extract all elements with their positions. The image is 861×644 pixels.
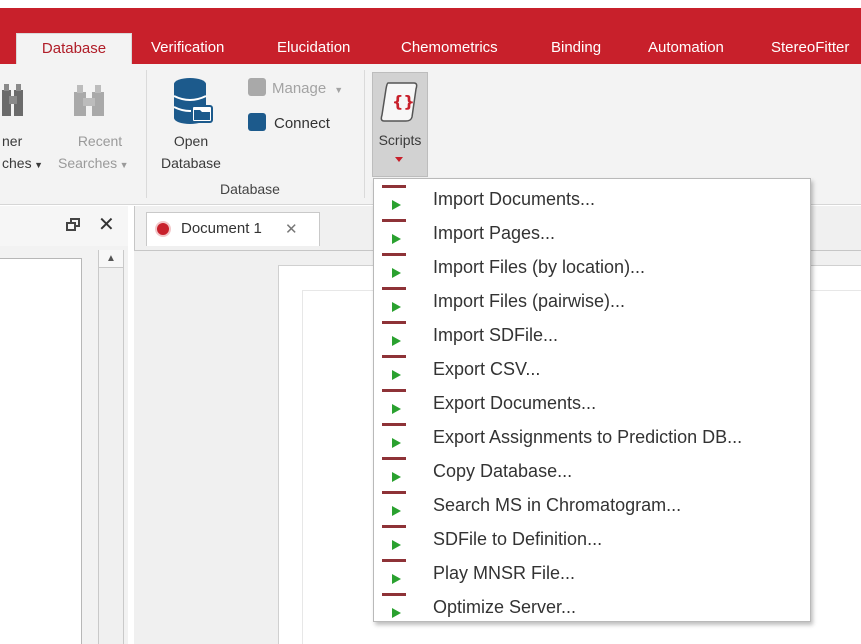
scripts-label: Scripts bbox=[378, 132, 422, 148]
document-tab-label: Document 1 bbox=[181, 220, 262, 237]
manage-label: Manage bbox=[272, 80, 327, 97]
database-group-label: Database bbox=[220, 181, 280, 197]
tab-binding[interactable]: Binding bbox=[551, 33, 601, 64]
menu-item-label: Play MNSR File... bbox=[433, 563, 576, 583]
menu-item-label: Optimize Server... bbox=[433, 597, 577, 617]
close-panel-icon[interactable]: ✕ bbox=[98, 213, 115, 235]
tab-stereofitter[interactable]: StereoFitter bbox=[771, 33, 849, 64]
menu-item-search-ms[interactable]: Search MS in Chromatogram... bbox=[374, 488, 810, 522]
script-play-icon bbox=[382, 491, 406, 519]
open-database-label-2: Database bbox=[161, 155, 221, 171]
menu-item-play-mnsr-file[interactable]: Play MNSR File... bbox=[374, 556, 810, 590]
menu-item-label: Copy Database... bbox=[433, 461, 573, 481]
document-icon bbox=[155, 221, 171, 237]
chevron-down-icon bbox=[395, 157, 403, 162]
panel-scrollbar[interactable]: ▲ bbox=[98, 250, 124, 644]
manage-button[interactable]: Manage ▼ bbox=[248, 78, 343, 97]
menu-item-label: Import Files (by location)... bbox=[433, 257, 646, 277]
script-play-icon bbox=[382, 389, 406, 417]
open-database-label-1: Open bbox=[173, 133, 209, 149]
panel-content bbox=[0, 258, 82, 644]
app-window: Database Verification Elucidation Chemom… bbox=[0, 0, 861, 644]
script-play-icon bbox=[382, 457, 406, 485]
menu-item-import-pages[interactable]: Import Pages... bbox=[374, 216, 810, 250]
menu-item-export-csv[interactable]: Export CSV... bbox=[374, 352, 810, 386]
chevron-down-icon: ▼ bbox=[334, 85, 344, 95]
other-searches-text: ches bbox=[2, 155, 32, 171]
menu-item-copy-database[interactable]: Copy Database... bbox=[374, 454, 810, 488]
script-play-icon bbox=[382, 525, 406, 553]
svg-text:{}: {} bbox=[392, 92, 415, 111]
menu-item-label: Export Assignments to Prediction DB... bbox=[433, 427, 743, 447]
database-gear-icon bbox=[248, 78, 266, 96]
menu-item-label: Import Documents... bbox=[433, 189, 596, 209]
menu-item-label: Search MS in Chromatogram... bbox=[433, 495, 682, 515]
script-play-icon bbox=[382, 185, 406, 213]
menu-item-optimize-server[interactable]: Optimize Server... bbox=[374, 590, 810, 624]
tab-automation[interactable]: Automation bbox=[648, 33, 724, 64]
script-play-icon bbox=[382, 593, 406, 621]
script-play-icon bbox=[382, 321, 406, 349]
script-play-icon bbox=[382, 423, 406, 451]
script-play-icon bbox=[382, 287, 406, 315]
chevron-down-icon: ▼ bbox=[117, 160, 129, 170]
menu-item-label: Import SDFile... bbox=[433, 325, 559, 345]
chevron-down-icon: ▼ bbox=[31, 160, 43, 170]
menu-item-import-files-by-location[interactable]: Import Files (by location)... bbox=[374, 250, 810, 284]
menu-item-sdfile-to-definition[interactable]: SDFile to Definition... bbox=[374, 522, 810, 556]
scripts-menu: Import Documents... Import Pages... Impo… bbox=[373, 178, 811, 622]
other-searches-label-2: ches ▼ bbox=[2, 152, 43, 176]
tab-database[interactable]: Database bbox=[16, 33, 132, 64]
close-icon[interactable]: ✕ bbox=[285, 213, 298, 245]
recent-searches-label-1: Recent bbox=[77, 133, 123, 149]
menu-item-label: SDFile to Definition... bbox=[433, 529, 603, 549]
menu-item-import-documents[interactable]: Import Documents... bbox=[374, 182, 810, 216]
script-play-icon bbox=[382, 253, 406, 281]
menu-item-import-sdfile[interactable]: Import SDFile... bbox=[374, 318, 810, 352]
ribbon-separator bbox=[146, 70, 147, 198]
recent-searches-label-2: Searches ▼ bbox=[58, 152, 129, 176]
database-connect-icon bbox=[248, 113, 266, 131]
database-open-icon bbox=[173, 78, 213, 124]
connect-label: Connect bbox=[274, 115, 330, 132]
scripts-button[interactable]: {} Scripts bbox=[372, 72, 428, 177]
float-window-icon[interactable] bbox=[66, 218, 80, 232]
script-play-icon bbox=[382, 559, 406, 587]
menu-item-label: Export CSV... bbox=[433, 359, 541, 379]
menu-item-label: Import Pages... bbox=[433, 223, 556, 243]
ribbon-tab-bar: Database Verification Elucidation Chemom… bbox=[0, 8, 861, 64]
recent-searches-text: Searches bbox=[58, 155, 118, 171]
connect-button[interactable]: Connect bbox=[248, 113, 330, 132]
tab-elucidation[interactable]: Elucidation bbox=[277, 33, 350, 64]
binoculars-icon bbox=[74, 85, 104, 116]
scroll-up-icon[interactable]: ▲ bbox=[99, 250, 123, 268]
menu-item-label: Export Documents... bbox=[433, 393, 597, 413]
tab-verification[interactable]: Verification bbox=[151, 33, 224, 64]
menu-item-import-files-pairwise[interactable]: Import Files (pairwise)... bbox=[374, 284, 810, 318]
script-play-icon bbox=[382, 355, 406, 383]
ribbon-separator bbox=[364, 70, 365, 198]
script-scroll-icon: {} bbox=[380, 82, 418, 122]
tab-chemometrics[interactable]: Chemometrics bbox=[401, 33, 498, 64]
menu-item-label: Import Files (pairwise)... bbox=[433, 291, 626, 311]
tab-document-1[interactable]: Document 1 ✕ bbox=[146, 212, 320, 246]
script-play-icon bbox=[382, 219, 406, 247]
other-searches-label-1: ner bbox=[2, 133, 23, 149]
menu-item-export-documents[interactable]: Export Documents... bbox=[374, 386, 810, 420]
menu-item-export-assignments[interactable]: Export Assignments to Prediction DB... bbox=[374, 420, 810, 454]
binoculars-icon bbox=[2, 84, 23, 116]
